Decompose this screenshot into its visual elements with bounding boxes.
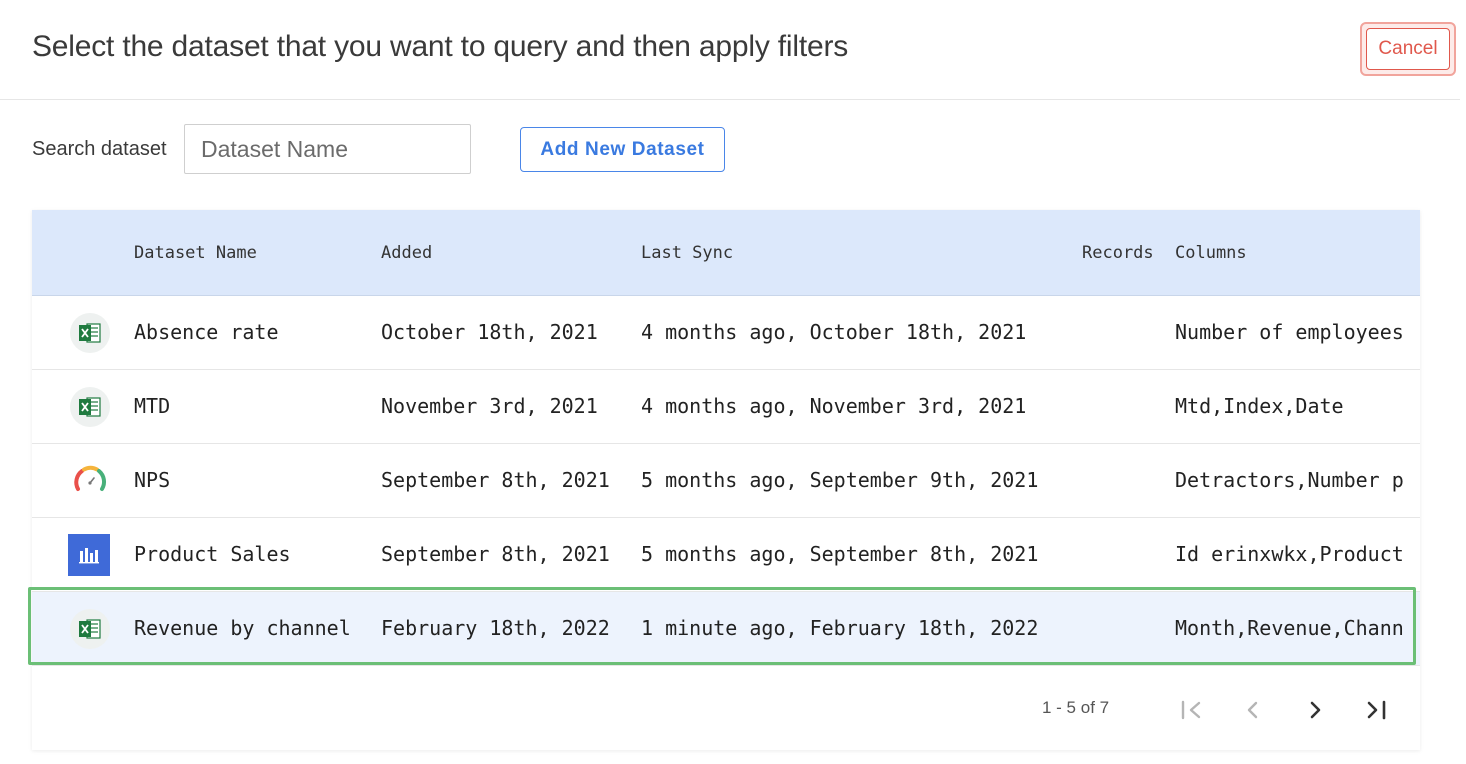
dataset-last-sync: 5 months ago, September 8th, 2021 [641, 542, 1039, 566]
cancel-focus-ring: Cancel [1360, 22, 1456, 76]
dataset-columns: Month,Revenue,Chann [1175, 616, 1404, 640]
column-header-records[interactable]: Records [1082, 243, 1154, 263]
dataset-last-sync: 5 months ago, September 9th, 2021 [641, 468, 1039, 492]
table-row[interactable]: Product Sales September 8th, 2021 5 mont… [32, 518, 1420, 592]
previous-page-button[interactable] [1236, 693, 1270, 727]
dataset-last-sync: 4 months ago, November 3rd, 2021 [641, 394, 1027, 418]
excel-icon [70, 609, 110, 649]
dataset-added: February 18th, 2022 [381, 616, 610, 640]
dataset-name: NPS [134, 468, 171, 492]
next-page-button[interactable] [1298, 693, 1332, 727]
gauge-icon [70, 461, 110, 501]
table-row-selected[interactable]: Revenue by channel February 18th, 2022 1… [32, 592, 1420, 666]
last-page-icon [1367, 700, 1386, 720]
column-header-name[interactable]: Dataset Name [134, 243, 257, 263]
table-row[interactable]: MTD November 3rd, 2021 4 months ago, Nov… [32, 370, 1420, 444]
dataset-last-sync: 4 months ago, October 18th, 2021 [641, 320, 1027, 344]
dataset-table: Dataset Name Added Last Sync Records Col… [32, 210, 1420, 750]
dataset-columns: Mtd,Index,Date [1175, 394, 1344, 418]
pagination-range: 1 - 5 of 7 [1042, 698, 1110, 717]
table-row[interactable]: Absence rate October 18th, 2021 4 months… [32, 296, 1420, 370]
last-page-button[interactable] [1360, 693, 1394, 727]
page-title: Select the dataset that you want to quer… [32, 30, 849, 63]
search-label: Search dataset [32, 138, 167, 160]
chevron-left-icon [1247, 701, 1258, 719]
dataset-added: September 8th, 2021 [381, 468, 610, 492]
cancel-button[interactable]: Cancel [1366, 28, 1450, 70]
table-header: Dataset Name Added Last Sync Records Col… [32, 210, 1420, 296]
add-new-dataset-button[interactable]: Add New Dataset [520, 127, 725, 172]
first-page-button[interactable] [1175, 693, 1209, 727]
first-page-icon [1181, 700, 1201, 720]
dataset-name: MTD [134, 394, 171, 418]
column-header-last-sync[interactable]: Last Sync [641, 243, 733, 263]
dataset-added: October 18th, 2021 [381, 320, 598, 344]
column-header-columns[interactable]: Columns [1175, 243, 1247, 263]
chevron-right-icon [1310, 701, 1321, 719]
excel-icon [70, 313, 110, 353]
dialog-header: Select the dataset that you want to quer… [0, 0, 1460, 100]
column-header-added[interactable]: Added [381, 243, 432, 263]
dataset-columns: Number of employees [1175, 320, 1404, 344]
dataset-name: Revenue by channel [134, 616, 351, 640]
table-row[interactable]: NPS September 8th, 2021 5 months ago, Se… [32, 444, 1420, 518]
dataset-columns: Detractors,Number p [1175, 468, 1404, 492]
excel-icon [70, 387, 110, 427]
dataset-name: Absence rate [134, 320, 279, 344]
dataset-added: November 3rd, 2021 [381, 394, 598, 418]
dataset-name: Product Sales [134, 542, 291, 566]
dataset-columns: Id erinxwkx,Product [1175, 542, 1404, 566]
dataset-added: September 8th, 2021 [381, 542, 610, 566]
bar-chart-icon [68, 534, 110, 576]
dataset-last-sync: 1 minute ago, February 18th, 2022 [641, 616, 1039, 640]
search-input[interactable] [184, 124, 471, 174]
